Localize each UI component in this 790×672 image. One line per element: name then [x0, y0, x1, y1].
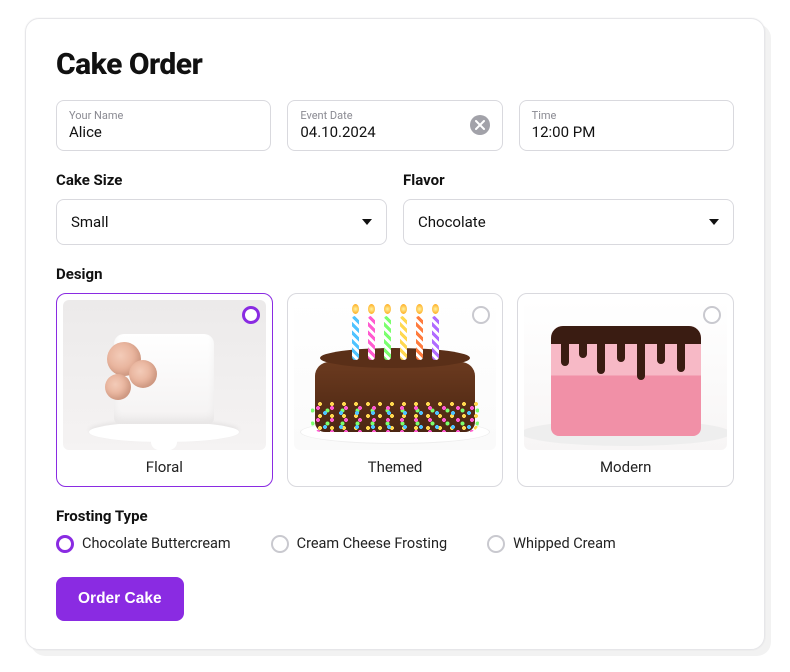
cake-size-value: Small	[71, 213, 109, 231]
design-option-floral[interactable]: Floral	[56, 293, 273, 487]
event-date-field[interactable]: Event Date 04.10.2024	[287, 100, 502, 151]
event-date-value: 04.10.2024	[300, 123, 469, 142]
design-caption: Modern	[524, 458, 727, 476]
radio-icon	[56, 535, 74, 553]
flavor-select[interactable]: Chocolate	[403, 199, 734, 245]
cake-image-themed	[294, 300, 497, 450]
name-field[interactable]: Your Name Alice	[56, 100, 271, 151]
design-radio-icon	[703, 306, 721, 324]
cake-size-label: Cake Size	[56, 171, 387, 189]
frosting-options: Chocolate Buttercream Cream Cheese Frost…	[56, 535, 734, 553]
design-caption: Themed	[294, 458, 497, 476]
design-option-modern[interactable]: Modern	[517, 293, 734, 487]
top-fields-row: Your Name Alice Event Date 04.10.2024 Ti…	[56, 100, 734, 151]
page-title: Cake Order	[56, 47, 734, 82]
cake-size-select[interactable]: Small	[56, 199, 387, 245]
frosting-option-chocolate-buttercream[interactable]: Chocolate Buttercream	[56, 535, 231, 553]
frosting-option-label: Whipped Cream	[513, 535, 616, 552]
name-field-label: Your Name	[69, 109, 258, 122]
radio-icon	[271, 535, 289, 553]
chevron-down-icon	[709, 219, 719, 225]
design-caption: Floral	[63, 458, 266, 476]
frosting-label: Frosting Type	[56, 507, 734, 525]
design-options: Floral Themed	[56, 293, 734, 487]
time-field-value: 12:00 PM	[532, 123, 721, 142]
cake-image-floral	[63, 300, 266, 450]
flavor-value: Chocolate	[418, 213, 486, 231]
frosting-option-label: Chocolate Buttercream	[82, 535, 231, 552]
design-label: Design	[56, 265, 734, 283]
radio-icon	[487, 535, 505, 553]
clear-date-icon[interactable]	[470, 115, 490, 135]
frosting-option-whipped-cream[interactable]: Whipped Cream	[487, 535, 616, 553]
cake-image-modern	[524, 300, 727, 450]
chevron-down-icon	[362, 219, 372, 225]
order-form-card: Cake Order Your Name Alice Event Date 04…	[25, 18, 765, 650]
frosting-option-cream-cheese[interactable]: Cream Cheese Frosting	[271, 535, 447, 553]
frosting-option-label: Cream Cheese Frosting	[297, 535, 447, 552]
design-radio-icon	[242, 306, 260, 324]
event-date-label: Event Date	[300, 109, 469, 122]
design-option-themed[interactable]: Themed	[287, 293, 504, 487]
time-field-label: Time	[532, 109, 721, 122]
flavor-label: Flavor	[403, 171, 734, 189]
time-field[interactable]: Time 12:00 PM	[519, 100, 734, 151]
order-cake-button[interactable]: Order Cake	[56, 577, 184, 621]
name-field-value: Alice	[69, 123, 258, 142]
